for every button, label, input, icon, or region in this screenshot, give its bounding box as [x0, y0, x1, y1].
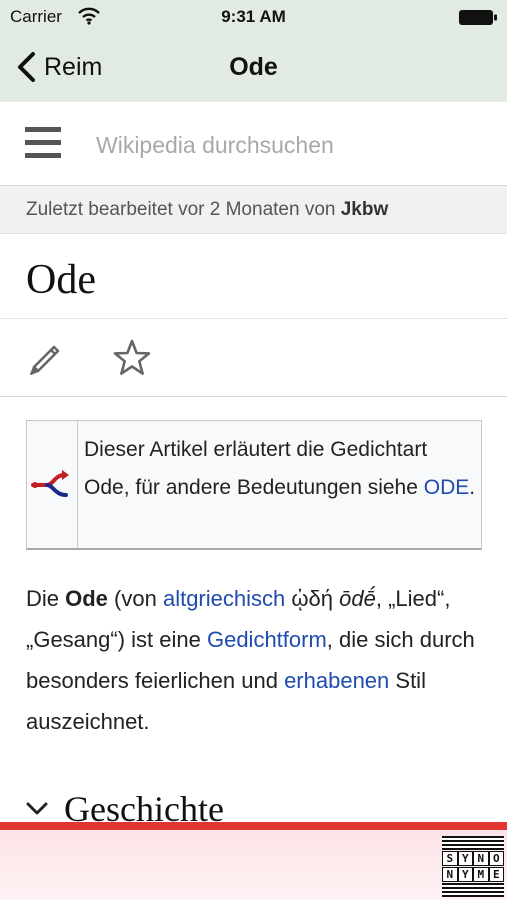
last-modified-bar[interactable]: Zuletzt bearbeitet vor 2 Monaten von Jkb…: [0, 186, 507, 234]
synonyme-logo[interactable]: S Y N O N Y M E: [442, 836, 504, 898]
logo-row-2: N Y M E: [442, 867, 504, 882]
logo-letter: O: [488, 851, 504, 866]
status-bar: Carrier 9:31 AM: [0, 0, 507, 34]
logo-letter: Y: [457, 851, 473, 866]
star-icon[interactable]: [112, 338, 152, 378]
logo-letter: S: [442, 851, 458, 866]
hatnote-box: Dieser Artikel erläutert die Gedichtart …: [26, 420, 482, 550]
title-divider: [0, 318, 507, 319]
top-bar: Carrier 9:31 AM Reim Ode: [0, 0, 507, 102]
logo-letter: N: [473, 851, 489, 866]
disambig-icon: [31, 470, 69, 497]
hatnote-icon-cell: [27, 421, 78, 549]
nav-title: Ode: [229, 53, 278, 81]
logo-stripes-top: [442, 836, 504, 850]
last-modified-text: Zuletzt bearbeitet vor 2 Monaten von: [26, 199, 341, 220]
intro-paragraph: Die Ode (von altgriechisch ᾠδή ōdḗ, „Lie…: [26, 578, 486, 742]
intro-text-1: Die: [26, 586, 66, 611]
intro-transliteration: ōdḗ: [339, 586, 376, 611]
logo-letter: M: [473, 867, 489, 882]
hatnote-text: Dieser Artikel erläutert die Gedichtart …: [84, 431, 478, 507]
link-gedichtform[interactable]: Gedichtform: [207, 627, 327, 652]
page-title: Ode: [26, 257, 96, 303]
intro-greek: ᾠδή: [285, 586, 340, 611]
last-modified-user: Jkbw: [340, 199, 389, 220]
link-erhabenen[interactable]: erhabenen: [284, 668, 389, 693]
logo-row-1: S Y N O: [442, 851, 504, 866]
hatnote-body: Dieser Artikel erläutert die Gedichtart …: [84, 438, 428, 499]
navigation-bar: Reim Ode: [0, 34, 507, 102]
logo-letter: E: [488, 867, 504, 882]
toolbar-divider: [0, 396, 507, 397]
intro-bold-term: Ode: [65, 586, 108, 611]
hatnote-link-ode[interactable]: ODE: [424, 476, 470, 499]
intro-text-2: (von: [107, 586, 163, 611]
search-input[interactable]: [96, 128, 476, 162]
bottom-banner: S Y N O N Y M E: [0, 822, 507, 900]
pencil-icon[interactable]: [26, 338, 64, 376]
status-time: 9:31 AM: [221, 7, 286, 26]
hatnote-suffix: .: [469, 476, 476, 499]
link-altgriechisch[interactable]: altgriechisch: [163, 586, 285, 611]
logo-letter: Y: [457, 867, 473, 882]
chevron-down-icon: [26, 802, 48, 815]
logo-stripes-bottom: [442, 883, 504, 897]
hamburger-icon[interactable]: [25, 127, 61, 161]
search-bar: [0, 102, 507, 186]
logo-letter: N: [442, 867, 458, 882]
battery-icon: [459, 10, 497, 25]
